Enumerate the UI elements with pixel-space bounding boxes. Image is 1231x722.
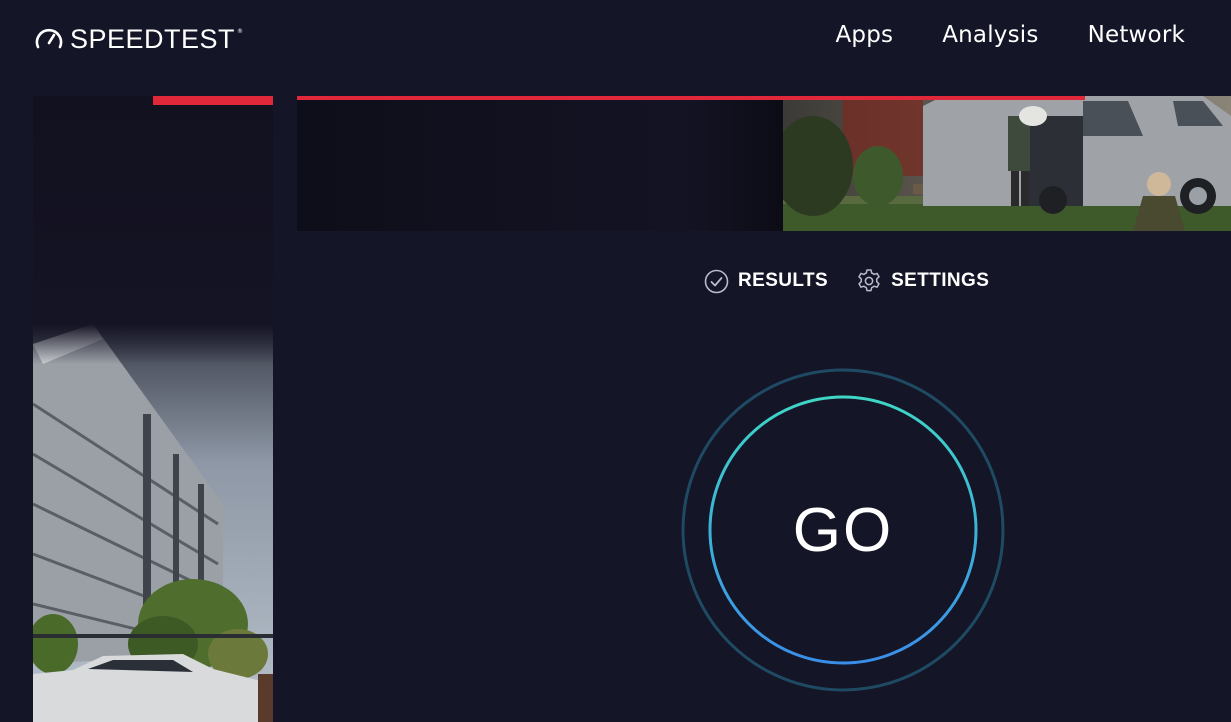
results-label: RESULTS [738,270,829,291]
banner-dark-area [297,100,783,231]
settings-label: SETTINGS [891,270,990,291]
ad-building-image [33,324,273,722]
left-advertisement[interactable] [33,96,273,722]
top-banner-advertisement[interactable] [297,96,1231,231]
nav-analysis[interactable]: Analysis [942,22,1038,48]
settings-button[interactable]: SETTINGS [856,268,989,294]
banner-van-image [783,96,1231,231]
ad-dark-panel [33,105,273,330]
logo-trademark: ® [237,28,244,35]
gear-icon [858,269,880,292]
test-controls: RESULTS SETTINGS [704,268,989,294]
nav-apps[interactable]: Apps [835,22,893,48]
logo-text: SPEEDTEST [70,23,236,54]
nav-network[interactable]: Network [1088,22,1185,48]
checkmark-circle-icon [704,269,729,293]
go-button[interactable]: GO [709,396,977,664]
go-label: GO [792,495,894,565]
speedometer-icon [35,28,63,49]
site-header: SPEEDTEST ® Apps Analysis Network [0,0,1231,78]
go-button-container: GO [681,368,1005,692]
main-nav: Apps Analysis Network [835,22,1185,48]
speedtest-logo[interactable]: SPEEDTEST ® [34,22,243,56]
results-button[interactable]: RESULTS [704,269,828,294]
banner-red-accent-line [297,96,1085,100]
ad-red-accent-bar [153,96,273,105]
